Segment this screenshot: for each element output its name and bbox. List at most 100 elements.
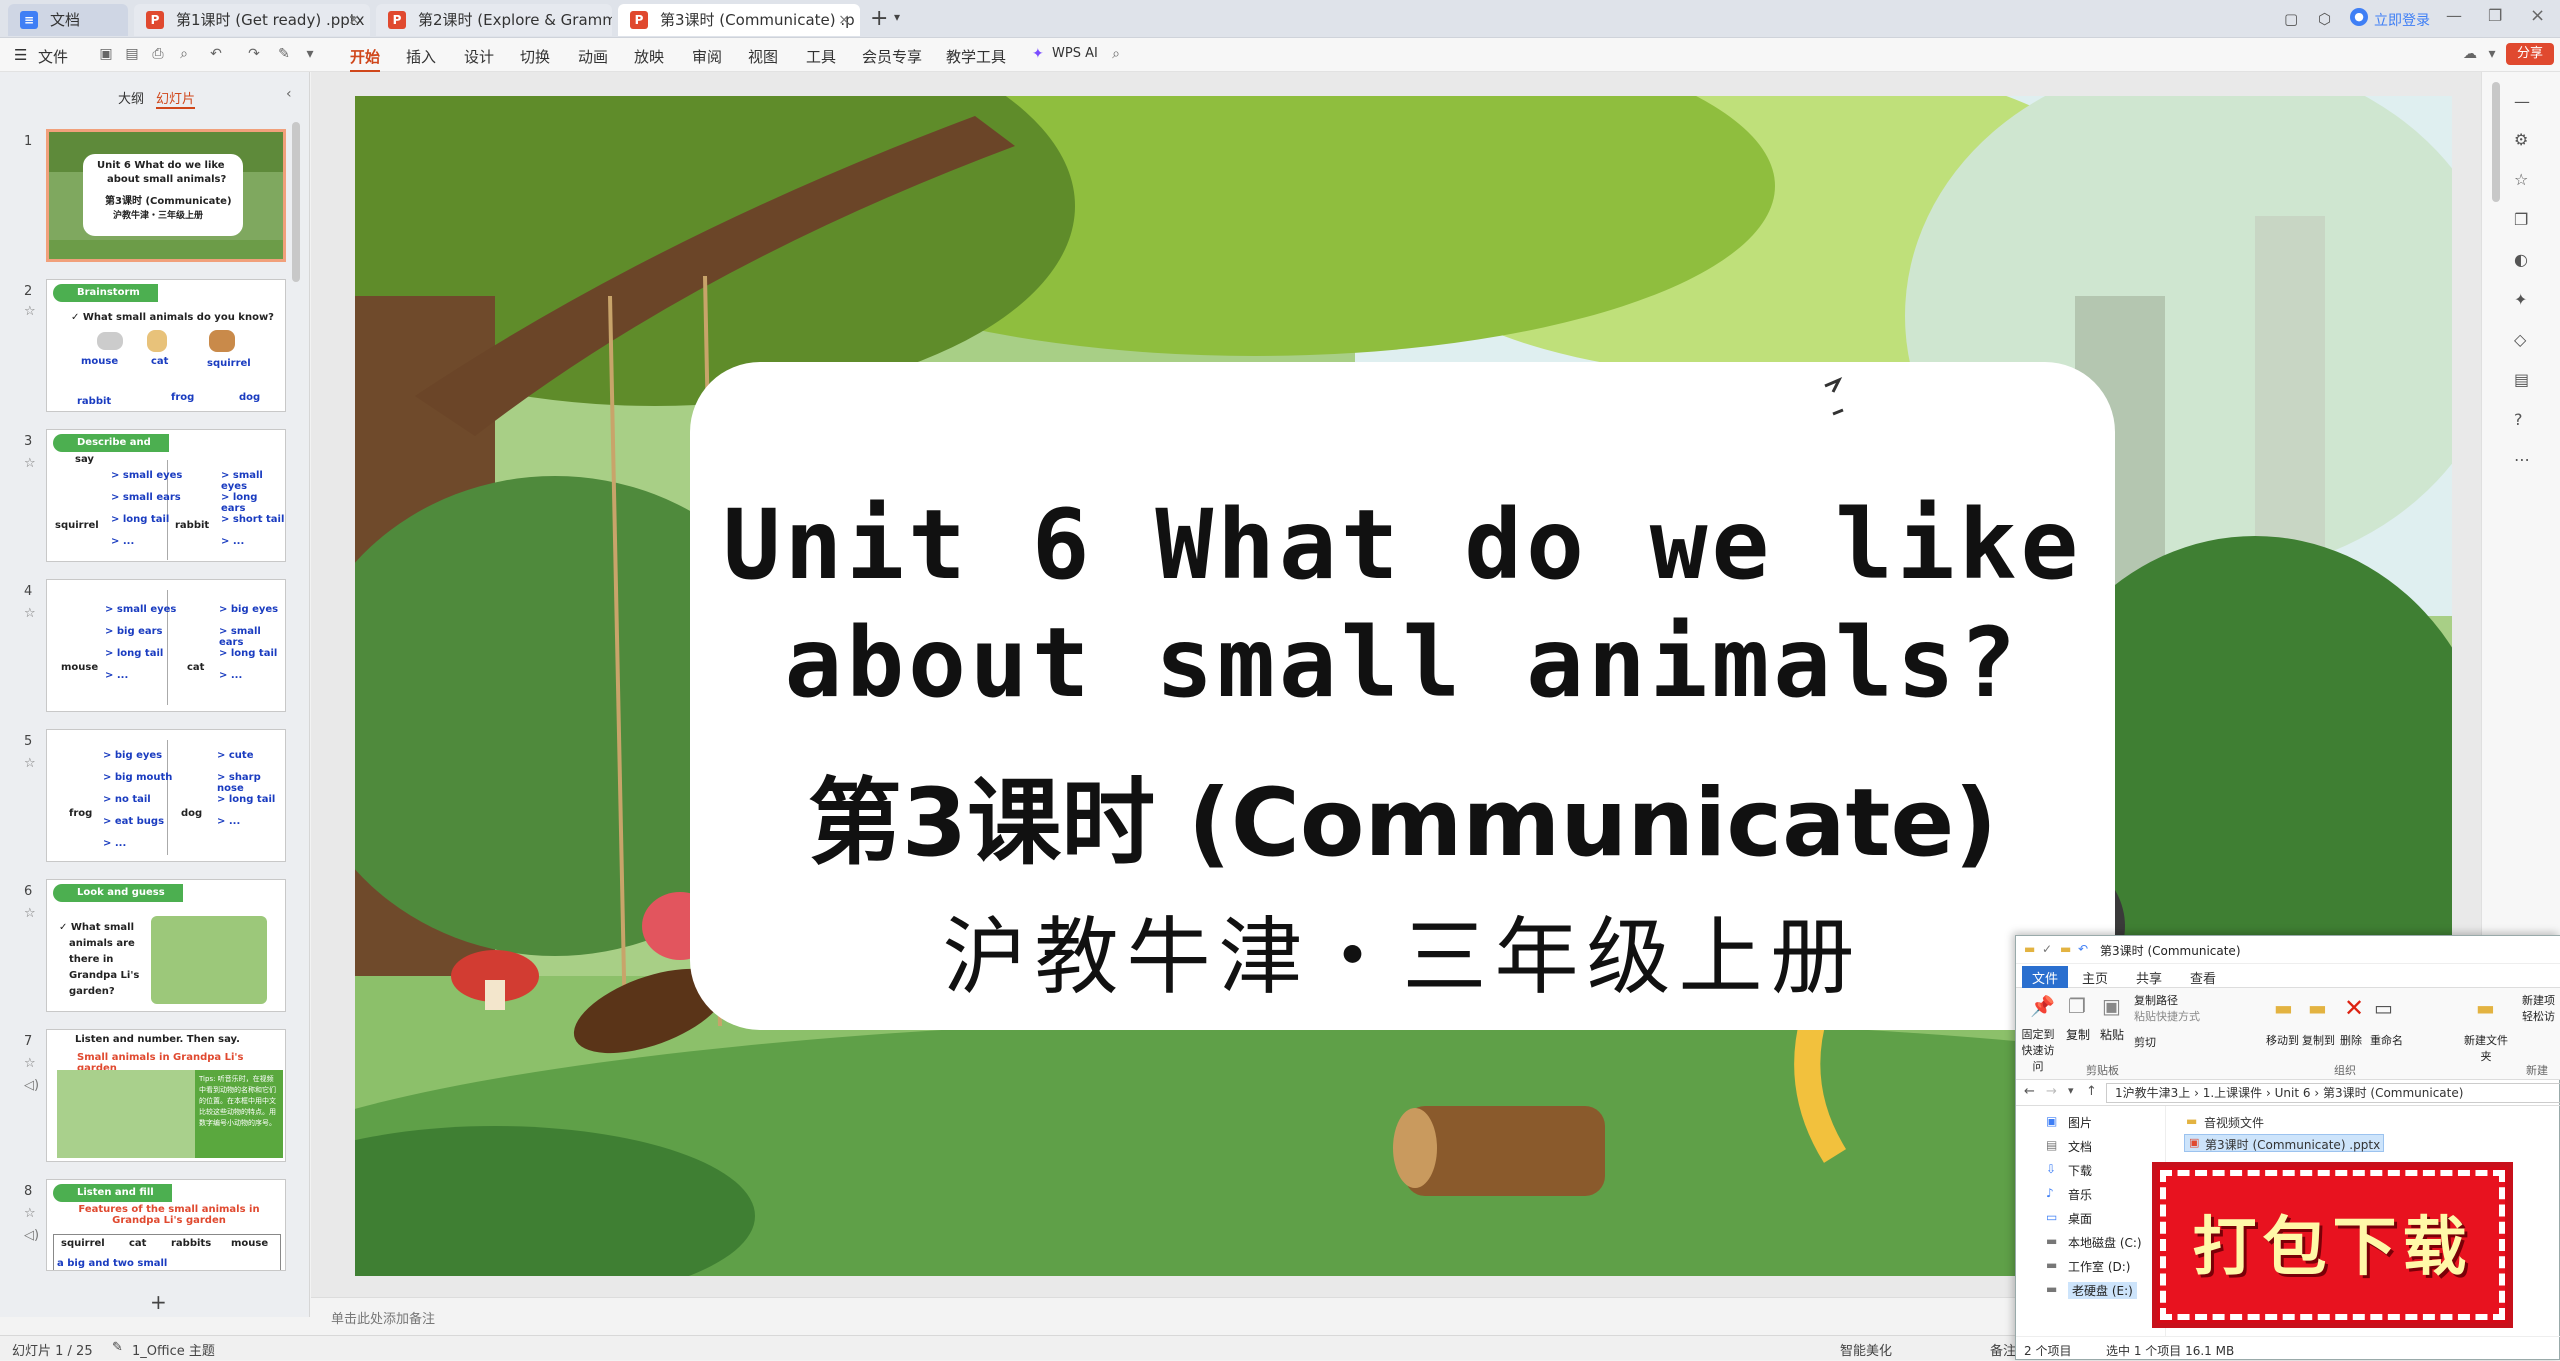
properties-icon[interactable]: ✓ [2042, 942, 2052, 956]
nav-music[interactable]: 音乐 [2068, 1186, 2092, 1203]
thumbnail-slide-3[interactable]: Describe and say > small eyes > small ea… [46, 429, 286, 562]
copy-path-button[interactable]: 复制路径 [2134, 992, 2178, 1008]
minimize-icon[interactable]: — [2446, 6, 2462, 25]
path-segment[interactable]: Unit 6 [2275, 1086, 2311, 1100]
help-icon[interactable]: ? [2514, 410, 2523, 429]
star-icon[interactable]: ☆ [24, 456, 36, 471]
menu-insert[interactable]: 插入 [406, 46, 436, 67]
slide-book[interactable]: 沪教牛津・三年级上册 [690, 902, 2115, 1012]
nav-desktop[interactable]: 桌面 [2068, 1210, 2092, 1227]
menu-home[interactable]: 开始 [350, 46, 381, 73]
nav-drive-e[interactable]: 老硬盘 (E:) [2068, 1282, 2137, 1299]
outline-tab[interactable]: 大纲 [118, 88, 144, 107]
audio-icon[interactable]: ◁) [24, 1228, 39, 1243]
minus-icon[interactable]: — [2514, 92, 2530, 111]
menu-slideshow[interactable]: 放映 [634, 46, 664, 67]
tab-view[interactable]: 查看 [2190, 968, 2216, 987]
path-segment[interactable]: 1沪教牛津3上 [2115, 1086, 2190, 1100]
menu-view[interactable]: 视图 [748, 46, 778, 67]
nav-drive-c[interactable]: 本地磁盘 (C:) [2068, 1234, 2142, 1251]
star-icon[interactable]: ☆ [24, 1056, 36, 1071]
path-segment[interactable]: 第3课时 (Communicate) [2323, 1086, 2464, 1100]
audio-icon[interactable]: ◁) [24, 1078, 39, 1093]
wps-ai-button[interactable]: WPS AI [1052, 46, 1098, 61]
redo-icon[interactable]: ↷ [246, 46, 262, 62]
download-banner[interactable]: 打包下载 [2157, 1167, 2508, 1323]
avatar[interactable]: ● [2350, 8, 2368, 26]
delete-button[interactable]: 删除 [2340, 1032, 2362, 1048]
file-menu[interactable]: 文件 [38, 46, 68, 67]
nav-documents[interactable]: 文档 [2068, 1138, 2092, 1155]
menu-member[interactable]: 会员专享 [862, 46, 922, 67]
restore-icon[interactable]: ❐ [2488, 6, 2502, 25]
menu-tools[interactable]: 工具 [806, 46, 836, 67]
chevron-down-icon[interactable]: ▾ [302, 46, 318, 62]
copy-to-button[interactable]: 复制到 [2302, 1032, 2335, 1048]
pin-quick-access-button[interactable]: 固定到快速访问 [2018, 1026, 2058, 1074]
star-icon[interactable]: ☆ [24, 606, 36, 621]
tab-documents[interactable]: ≡ 文档 [8, 4, 128, 36]
back-icon[interactable]: ← [2024, 1084, 2035, 1099]
nav-drive-d[interactable]: 工作室 (D:) [2068, 1258, 2130, 1275]
new-folder-button[interactable]: 新建文件夹 [2464, 1032, 2508, 1064]
login-link[interactable]: 立即登录 [2374, 10, 2430, 30]
slide-title-line-1[interactable]: Unit 6 What do we like [690, 490, 2115, 600]
new-item-button[interactable]: 新建项 [2522, 992, 2555, 1008]
beautify-button[interactable]: 智能美化 [1840, 1340, 1892, 1359]
panel-scrollbar[interactable] [292, 122, 300, 282]
share-button[interactable]: 分享 [2506, 43, 2554, 65]
more-icon[interactable]: ⋯ [2514, 450, 2530, 469]
star-icon[interactable]: ☆ [24, 756, 36, 771]
layers-icon[interactable]: ▤ [2514, 370, 2529, 389]
thumbnail-slide-5[interactable]: > big eyes > big mouth > no tail > eat b… [46, 729, 286, 862]
cube-icon[interactable]: ⬡ [2318, 10, 2331, 28]
close-icon[interactable]: × [838, 4, 850, 36]
nav-downloads[interactable]: 下载 [2068, 1162, 2092, 1179]
tab-home[interactable]: 主页 [2082, 968, 2108, 987]
paste-shortcut-button[interactable]: 粘贴快捷方式 [2134, 1008, 2200, 1024]
undo-icon[interactable]: ↶ [208, 46, 224, 62]
move-to-button[interactable]: 移动到 [2266, 1032, 2299, 1048]
chevron-down-icon[interactable]: ▾ [894, 10, 900, 24]
slide-scrollbar[interactable] [2492, 82, 2500, 202]
menu-transition[interactable]: 切换 [520, 46, 550, 67]
path-segment[interactable]: 1.上课课件 [2203, 1086, 2262, 1100]
tab-lesson-2[interactable]: P 第2课时 (Explore & Grammar in u [376, 4, 612, 36]
close-window-icon[interactable]: × [2530, 5, 2545, 26]
notes-toggle[interactable]: 备注 [1990, 1340, 2016, 1359]
slides-tab[interactable]: 幻灯片 [156, 88, 196, 109]
collapse-panel-icon[interactable]: ‹ [286, 86, 292, 102]
window-layout-icon[interactable]: ▢ [2284, 10, 2298, 28]
thumbnail-slide-7[interactable]: Listen and number. Then say. Small anima… [46, 1029, 286, 1162]
add-slide-icon[interactable]: + [150, 1290, 167, 1314]
chevron-down-icon[interactable]: ▾ [2068, 1084, 2074, 1097]
thumbnail-slide-6[interactable]: Look and guess ✓ What small animals are … [46, 879, 286, 1012]
nav-pictures[interactable]: 图片 [2068, 1114, 2092, 1131]
up-icon[interactable]: ↑ [2086, 1084, 2097, 1099]
star-icon[interactable]: ☆ [24, 304, 36, 319]
forward-icon[interactable]: → [2046, 1084, 2057, 1099]
rename-button[interactable]: 重命名 [2370, 1032, 2403, 1048]
palette-icon[interactable]: ◐ [2514, 250, 2528, 269]
theme-name[interactable]: 1_Office 主题 [132, 1340, 215, 1359]
easy-access-button[interactable]: 轻松访 [2522, 1008, 2555, 1024]
menu-review[interactable]: 审阅 [692, 46, 722, 67]
menu-teaching-tools[interactable]: 教学工具 [946, 46, 1006, 67]
menu-animation[interactable]: 动画 [578, 46, 608, 67]
thumbnail-slide-8[interactable]: Listen and fill Features of the small an… [46, 1179, 286, 1271]
star-icon[interactable]: ☆ [24, 1206, 36, 1221]
tab-lesson-3[interactable]: P 第3课时 (Communicate) .p × [618, 4, 860, 36]
close-icon[interactable]: × [348, 4, 360, 36]
hamburger-icon[interactable]: ☰ [14, 46, 27, 64]
file-item[interactable]: 音视频文件 [2204, 1114, 2264, 1131]
copy-icon[interactable]: ❐ [2514, 210, 2528, 229]
cut-button[interactable]: 剪切 [2134, 1034, 2156, 1050]
magic-icon[interactable]: ✦ [2514, 290, 2527, 309]
tab-file[interactable]: 文件 [2022, 966, 2069, 989]
save-icon[interactable]: ▣ [98, 46, 114, 62]
search-icon[interactable]: ⌕ [1108, 46, 1124, 62]
preview-icon[interactable]: ⌕ [176, 46, 192, 62]
copy-button[interactable]: 复制 [2062, 1026, 2094, 1043]
chevron-down-icon[interactable]: ▾ [2484, 46, 2500, 62]
folder-icon[interactable]: ▤ [124, 46, 140, 62]
